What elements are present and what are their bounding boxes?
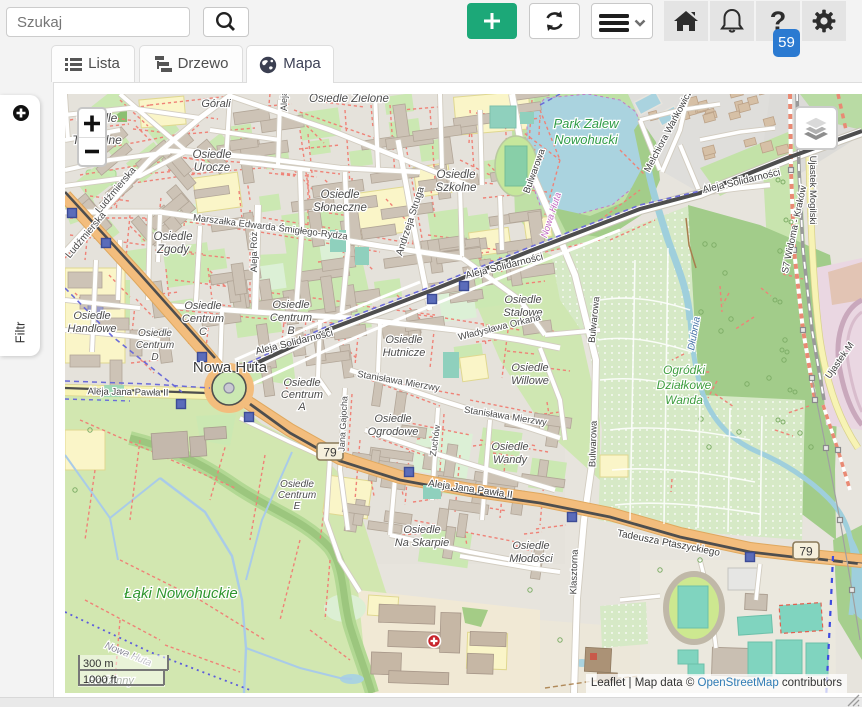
svg-text:Osiedle: Osiedle <box>504 294 541 306</box>
svg-text:A: A <box>297 401 305 413</box>
svg-text:Osiedle: Osiedle <box>491 441 528 453</box>
svg-text:Osiedle Zielone: Osiedle Zielone <box>309 94 389 105</box>
svg-text:Aleja: Aleja <box>279 94 289 111</box>
svg-text:Osiedle: Osiedle <box>512 540 549 552</box>
svg-text:Hutnicze: Hutnicze <box>383 347 426 359</box>
svg-text:Centrum: Centrum <box>278 490 316 501</box>
svg-text:79: 79 <box>323 446 337 460</box>
svg-text:Willowe: Willowe <box>511 375 549 387</box>
svg-text:Szkolne: Szkolne <box>436 182 477 194</box>
svg-text:Osiedle: Osiedle <box>280 479 314 490</box>
svg-text:Bulwarowa: Bulwarowa <box>587 420 600 468</box>
svg-text:Słoneczne: Słoneczne <box>313 202 367 214</box>
svg-text:Wandy: Wandy <box>493 454 529 466</box>
svg-text:Działkowe: Działkowe <box>657 378 712 392</box>
svg-text:1000 ft: 1000 ft <box>83 674 117 686</box>
svg-text:Osiedle: Osiedle <box>321 189 360 201</box>
svg-text:Centrum: Centrum <box>281 389 323 401</box>
svg-text:Osiedle: Osiedle <box>283 377 320 389</box>
svg-text:Młodości: Młodości <box>509 553 553 565</box>
svg-text:Osiedle: Osiedle <box>272 299 309 311</box>
svg-text:Osiedle: Osiedle <box>403 524 440 536</box>
svg-text:Osiedle: Osiedle <box>437 169 476 181</box>
svg-text:Ogródki: Ogródki <box>663 363 705 377</box>
svg-text:Nowohucki: Nowohucki <box>554 132 619 147</box>
svg-text:E: E <box>294 501 301 512</box>
svg-text:B: B <box>287 325 294 337</box>
svg-text:Centrum: Centrum <box>270 312 312 324</box>
svg-text:300 m: 300 m <box>83 658 114 670</box>
svg-text:Wanda: Wanda <box>665 393 703 407</box>
svg-text:Klasztorna: Klasztorna <box>568 549 581 595</box>
svg-text:Na Skarpie: Na Skarpie <box>395 537 449 549</box>
svg-text:Ujastek Mogilski: Ujastek Mogilski <box>807 156 818 225</box>
svg-text:Osiedle: Osiedle <box>511 362 548 374</box>
svg-text:Osiedle: Osiedle <box>385 334 422 346</box>
svg-text:Ogrodowe: Ogrodowe <box>368 426 419 438</box>
svg-text:Osiedle: Osiedle <box>374 413 411 425</box>
svg-text:79: 79 <box>799 545 813 559</box>
svg-text:Park Zalew: Park Zalew <box>553 116 620 131</box>
